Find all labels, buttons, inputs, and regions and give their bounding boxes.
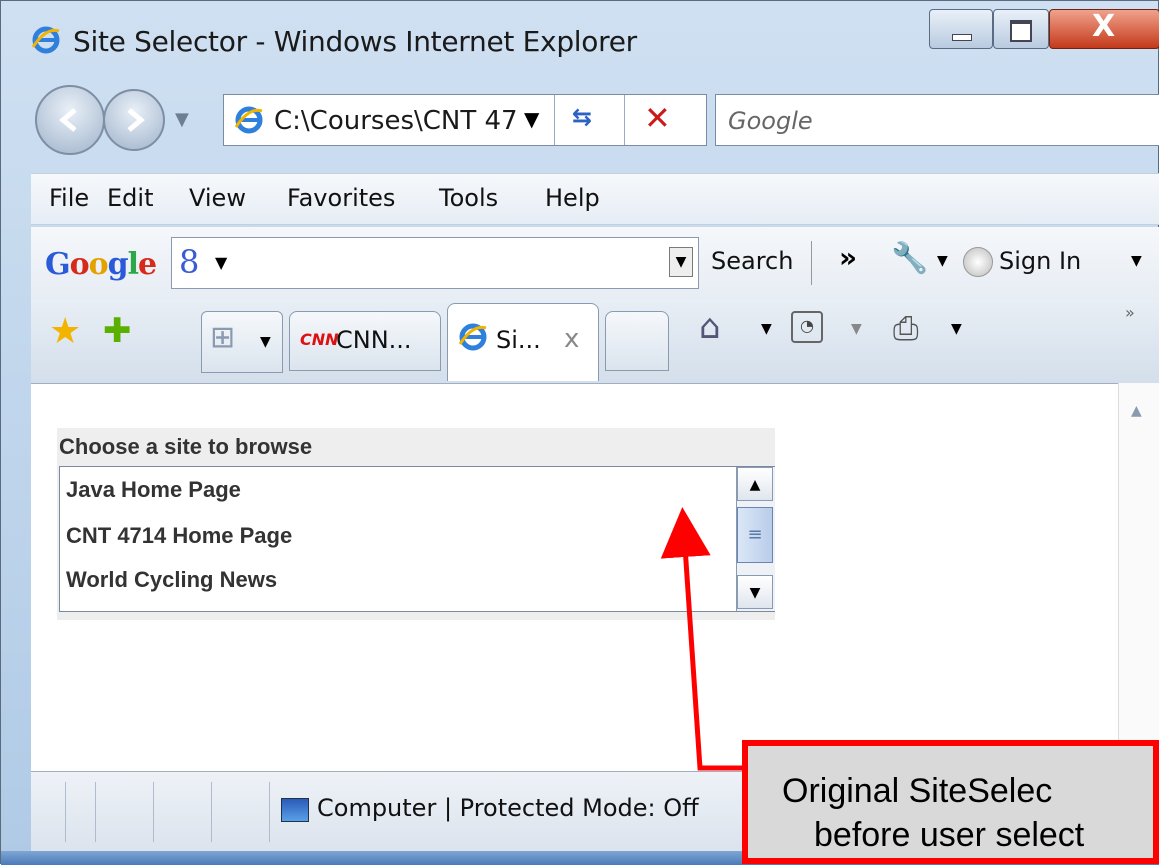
- tab-label: CNN...: [336, 326, 412, 354]
- close-tab-icon[interactable]: x: [564, 324, 579, 354]
- list-item[interactable]: Java Home Page: [66, 477, 241, 503]
- address-separator: [624, 95, 625, 145]
- callout-text: before user select: [814, 816, 1085, 854]
- status-divider: [269, 782, 270, 842]
- google-logo: Google: [45, 247, 157, 282]
- minimize-button[interactable]: [929, 9, 993, 49]
- callout-text: Original SiteSelec: [782, 772, 1053, 810]
- page-scroll-up-icon[interactable]: ▲: [1131, 403, 1142, 419]
- feed-icon[interactable]: ◔: [791, 311, 823, 343]
- history-dropdown-icon[interactable]: ▼: [175, 109, 189, 130]
- tab-site-selector[interactable]: Si... x: [447, 303, 599, 381]
- tab-bar: ★ ✚ ⊞ ▼ CNN CNN... Si... x ⌂ ▼ ◔ ▼ ⎙ ▼ »: [31, 299, 1159, 383]
- menu-view[interactable]: View: [189, 184, 246, 212]
- page-scrollbar[interactable]: ▲: [1118, 383, 1159, 771]
- print-icon[interactable]: ⎙: [893, 309, 919, 348]
- list-item[interactable]: World Cycling News: [66, 567, 277, 593]
- scroll-thumb[interactable]: ≡: [737, 507, 773, 563]
- signin-dropdown-icon[interactable]: ▼: [1131, 253, 1142, 269]
- title-bar: Site Selector - Windows Internet Explore…: [1, 1, 1159, 81]
- applet-label: Choose a site to browse: [59, 434, 313, 459]
- status-text: Computer | Protected Mode: Off: [317, 794, 699, 822]
- stop-icon[interactable]: ✕: [644, 99, 671, 137]
- scroll-up-icon[interactable]: ▲: [737, 467, 773, 501]
- google-search-dropdown-icon[interactable]: ▼: [669, 247, 693, 277]
- address-bar[interactable]: C:\Courses\CNT 47 ▼ ⇆ ✕: [223, 94, 707, 146]
- refresh-icon[interactable]: ⇆: [572, 103, 592, 131]
- status-divider: [211, 782, 212, 842]
- tab-list-dropdown-icon[interactable]: ▼: [260, 334, 271, 350]
- address-dropdown-icon[interactable]: ▼: [524, 107, 539, 131]
- google-dropdown-icon[interactable]: ▼: [215, 253, 227, 272]
- status-divider: [65, 782, 66, 842]
- menu-help[interactable]: Help: [545, 184, 600, 212]
- wrench-icon[interactable]: 🔧: [891, 241, 928, 276]
- search-placeholder[interactable]: Google: [728, 107, 813, 135]
- back-button[interactable]: [35, 85, 105, 155]
- favorites-star-icon[interactable]: ★: [49, 311, 81, 352]
- window-title: Site Selector - Windows Internet Explore…: [73, 25, 637, 58]
- ie-icon: [31, 26, 60, 54]
- minimize-icon: [952, 34, 972, 41]
- home-dropdown-icon[interactable]: ▼: [761, 321, 772, 337]
- close-icon: X: [1092, 9, 1116, 44]
- status-divider: [95, 782, 96, 842]
- back-arrow-icon: [59, 108, 77, 132]
- signin-button[interactable]: Sign In: [999, 247, 1081, 275]
- page-content: Choose a site to browse Java Home Page C…: [31, 383, 1118, 772]
- annotation-callout: Original SiteSelec before user select: [742, 740, 1159, 864]
- add-favorite-icon[interactable]: ✚: [103, 311, 132, 351]
- forward-arrow-icon: [127, 108, 145, 132]
- new-tab-button[interactable]: [605, 311, 669, 371]
- chevron-more-icon[interactable]: »: [1125, 303, 1135, 322]
- more-button[interactable]: »: [839, 241, 857, 274]
- address-separator: [554, 95, 555, 145]
- home-icon[interactable]: ⌂: [699, 307, 721, 347]
- tab-cnn[interactable]: CNN CNN...: [289, 311, 441, 371]
- search-box[interactable]: Google: [715, 94, 1159, 146]
- menu-bar: File Edit View Favorites Tools Help: [31, 173, 1159, 225]
- feed-dropdown-icon[interactable]: ▼: [851, 321, 862, 337]
- print-dropdown-icon[interactable]: ▼: [951, 321, 962, 337]
- ie-icon: [458, 323, 487, 351]
- menu-favorites[interactable]: Favorites: [287, 184, 395, 212]
- browser-window: Site Selector - Windows Internet Explore…: [0, 0, 1159, 865]
- cnn-logo-icon: CNN: [300, 330, 339, 349]
- close-button[interactable]: X: [1049, 9, 1159, 49]
- menu-edit[interactable]: Edit: [107, 184, 153, 212]
- maximize-icon: [1010, 20, 1032, 42]
- google-search-input[interactable]: [171, 237, 699, 289]
- google-toolbar: Google 8 ▼ ▼ Search » 🔧 ▼ Sign In ▼: [31, 227, 1159, 300]
- menu-tools[interactable]: Tools: [439, 184, 498, 212]
- menu-file[interactable]: File: [49, 184, 89, 212]
- tab-label: Si...: [496, 326, 541, 354]
- list-item[interactable]: CNT 4714 Home Page: [66, 523, 292, 549]
- site-list[interactable]: Java Home Page CNT 4714 Home Page World …: [59, 466, 775, 612]
- page-ie-icon: [234, 106, 263, 134]
- wrench-dropdown-icon[interactable]: ▼: [937, 253, 948, 269]
- quick-tabs-button[interactable]: ⊞ ▼: [201, 311, 283, 373]
- quick-tabs-icon: ⊞: [210, 320, 236, 355]
- google-search-button[interactable]: Search: [711, 247, 793, 275]
- maximize-button[interactable]: [993, 9, 1049, 49]
- list-scrollbar[interactable]: ▲ ≡ ▼: [736, 467, 775, 611]
- toolbar-separator: [811, 241, 812, 285]
- site-selector-applet: Choose a site to browse Java Home Page C…: [57, 428, 775, 620]
- status-divider: [153, 782, 154, 842]
- address-text[interactable]: C:\Courses\CNT 47: [274, 106, 518, 136]
- scroll-down-icon[interactable]: ▼: [737, 575, 773, 609]
- computer-icon: [281, 798, 309, 822]
- signin-icon[interactable]: [963, 247, 993, 277]
- google-g-icon[interactable]: 8: [179, 243, 199, 281]
- forward-button[interactable]: [103, 89, 165, 151]
